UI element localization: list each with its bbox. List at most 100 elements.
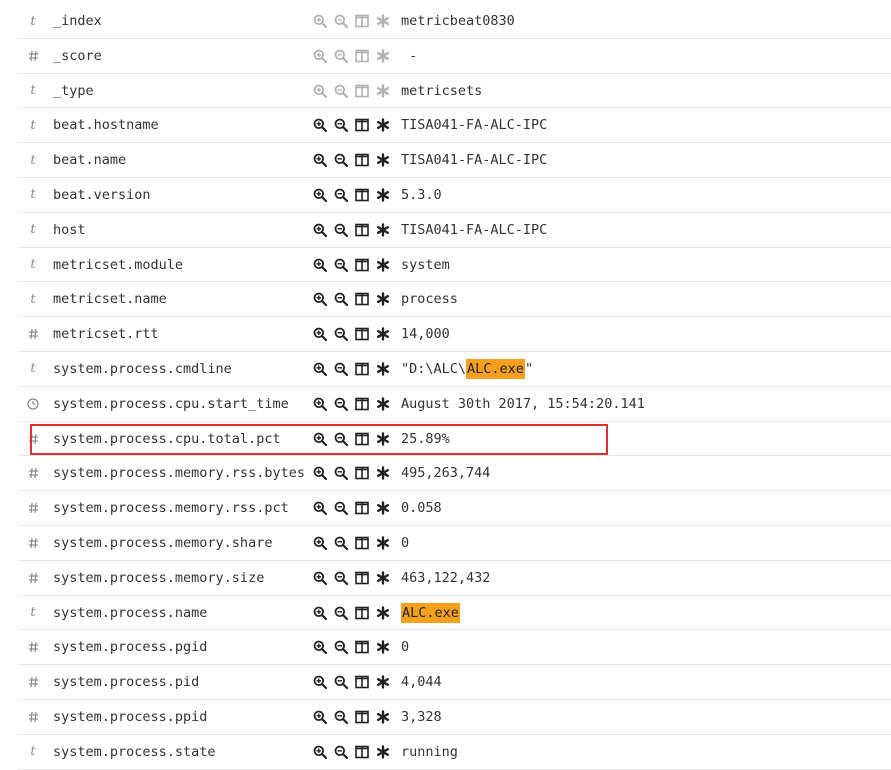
search-highlight: ALC.exe (466, 358, 525, 379)
filter-out-value-button[interactable] (332, 186, 350, 204)
asterisk-icon (376, 397, 390, 411)
toggle-column-button[interactable] (353, 638, 371, 656)
filter-out-value-button[interactable] (332, 430, 350, 448)
filter-exists-button[interactable] (374, 430, 392, 448)
filter-out-value-button[interactable] (332, 395, 350, 413)
filter-out-value-button[interactable] (332, 116, 350, 134)
filter-out-value-button[interactable] (332, 499, 350, 517)
field-actions (311, 352, 392, 386)
toggle-column-button[interactable] (353, 151, 371, 169)
asterisk-icon (376, 257, 390, 272)
filter-out-value-button[interactable] (332, 673, 350, 691)
filter-for-value-button[interactable] (311, 708, 329, 726)
filter-out-value-button[interactable] (332, 708, 350, 726)
filter-for-value-button[interactable] (311, 499, 329, 517)
filter-exists-button[interactable] (374, 673, 392, 691)
filter-for-value-button[interactable] (311, 604, 329, 622)
toggle-column-button[interactable] (353, 464, 371, 482)
filter-for-value-button[interactable] (311, 186, 329, 204)
filter-exists-button[interactable] (374, 395, 392, 413)
filter-for-value-button[interactable] (311, 290, 329, 308)
field-actions (311, 213, 392, 247)
toggle-column-button[interactable] (353, 430, 371, 448)
toggle-column-button[interactable] (353, 395, 371, 413)
filter-exists-button[interactable] (374, 708, 392, 726)
toggle-column-button[interactable] (353, 325, 371, 343)
toggle-column-button[interactable] (353, 256, 371, 274)
zoom-out-icon (334, 327, 348, 342)
field-value: metricbeat0830 (401, 13, 515, 29)
filter-exists-button[interactable] (374, 186, 392, 204)
toggle-column-button[interactable] (353, 673, 371, 691)
field-name: metricset.name (53, 291, 167, 308)
toggle-column-button[interactable] (353, 534, 371, 552)
filter-for-value-button[interactable] (311, 116, 329, 134)
zoom-out-icon (334, 188, 348, 202)
filter-out-value-button[interactable] (332, 325, 350, 343)
filter-exists-button[interactable] (374, 116, 392, 134)
filter-out-value-button[interactable] (332, 464, 350, 482)
filter-out-value-button[interactable] (332, 638, 350, 656)
toggle-column-button[interactable] (353, 604, 371, 622)
filter-for-value-button[interactable] (311, 151, 329, 169)
filter-exists-button (374, 47, 392, 65)
filter-exists-button[interactable] (374, 638, 392, 656)
toggle-column-button[interactable] (353, 186, 371, 204)
filter-exists-button[interactable] (374, 360, 392, 378)
toggle-column-button[interactable] (353, 569, 371, 587)
filter-exists-button[interactable] (374, 325, 392, 343)
string-type-icon: t (30, 222, 36, 238)
filter-out-value-button[interactable] (332, 256, 350, 274)
filter-exists-button[interactable] (374, 534, 392, 552)
filter-for-value-button[interactable] (311, 360, 329, 378)
filter-out-value-button[interactable] (332, 569, 350, 587)
toggle-column-button[interactable] (353, 743, 371, 761)
zoom-out-icon (334, 258, 348, 272)
filter-for-value-button[interactable] (311, 569, 329, 587)
number-type-icon (26, 561, 40, 595)
toggle-column-button[interactable] (353, 499, 371, 517)
table-row: system.process.pid 4,044 (18, 665, 891, 700)
filter-for-value-button[interactable] (311, 325, 329, 343)
zoom-in-icon (313, 362, 327, 376)
filter-exists-button[interactable] (374, 499, 392, 517)
zoom-in-icon (313, 84, 327, 98)
toggle-column-button[interactable] (353, 290, 371, 308)
table-row: t host TISA041-FA-ALC-IPC (18, 213, 891, 248)
filter-out-value-button[interactable] (332, 604, 350, 622)
filter-for-value-button[interactable] (311, 395, 329, 413)
filter-exists-button[interactable] (374, 464, 392, 482)
filter-for-value-button[interactable] (311, 638, 329, 656)
filter-for-value-button[interactable] (311, 673, 329, 691)
filter-out-value-button[interactable] (332, 743, 350, 761)
columns-icon (355, 223, 369, 237)
filter-out-value-button[interactable] (332, 290, 350, 308)
filter-exists-button[interactable] (374, 604, 392, 622)
filter-out-value-button[interactable] (332, 534, 350, 552)
filter-for-value-button[interactable] (311, 221, 329, 239)
filter-for-value-button[interactable] (311, 534, 329, 552)
filter-for-value-button[interactable] (311, 743, 329, 761)
toggle-column-button[interactable] (353, 116, 371, 134)
field-name: _type (53, 82, 94, 99)
asterisk-icon (376, 362, 390, 376)
columns-icon (355, 606, 369, 620)
filter-exists-button[interactable] (374, 569, 392, 587)
filter-for-value-button[interactable] (311, 464, 329, 482)
filter-out-value-button[interactable] (332, 221, 350, 239)
toggle-column-button[interactable] (353, 360, 371, 378)
table-row: system.process.cpu.total.pct 25.89% (18, 422, 891, 457)
table-row: t beat.hostname TISA041-FA-ALC-IPC (18, 108, 891, 144)
filter-exists-button[interactable] (374, 151, 392, 169)
toggle-column-button[interactable] (353, 221, 371, 239)
filter-exists-button[interactable] (374, 256, 392, 274)
filter-exists-button[interactable] (374, 743, 392, 761)
filter-for-value-button[interactable] (311, 256, 329, 274)
field-value: TISA041-FA-ALC-IPC (401, 152, 548, 169)
toggle-column-button[interactable] (353, 708, 371, 726)
filter-exists-button[interactable] (374, 290, 392, 308)
filter-exists-button[interactable] (374, 221, 392, 239)
filter-for-value-button[interactable] (311, 430, 329, 448)
filter-out-value-button[interactable] (332, 151, 350, 169)
filter-out-value-button[interactable] (332, 360, 350, 378)
